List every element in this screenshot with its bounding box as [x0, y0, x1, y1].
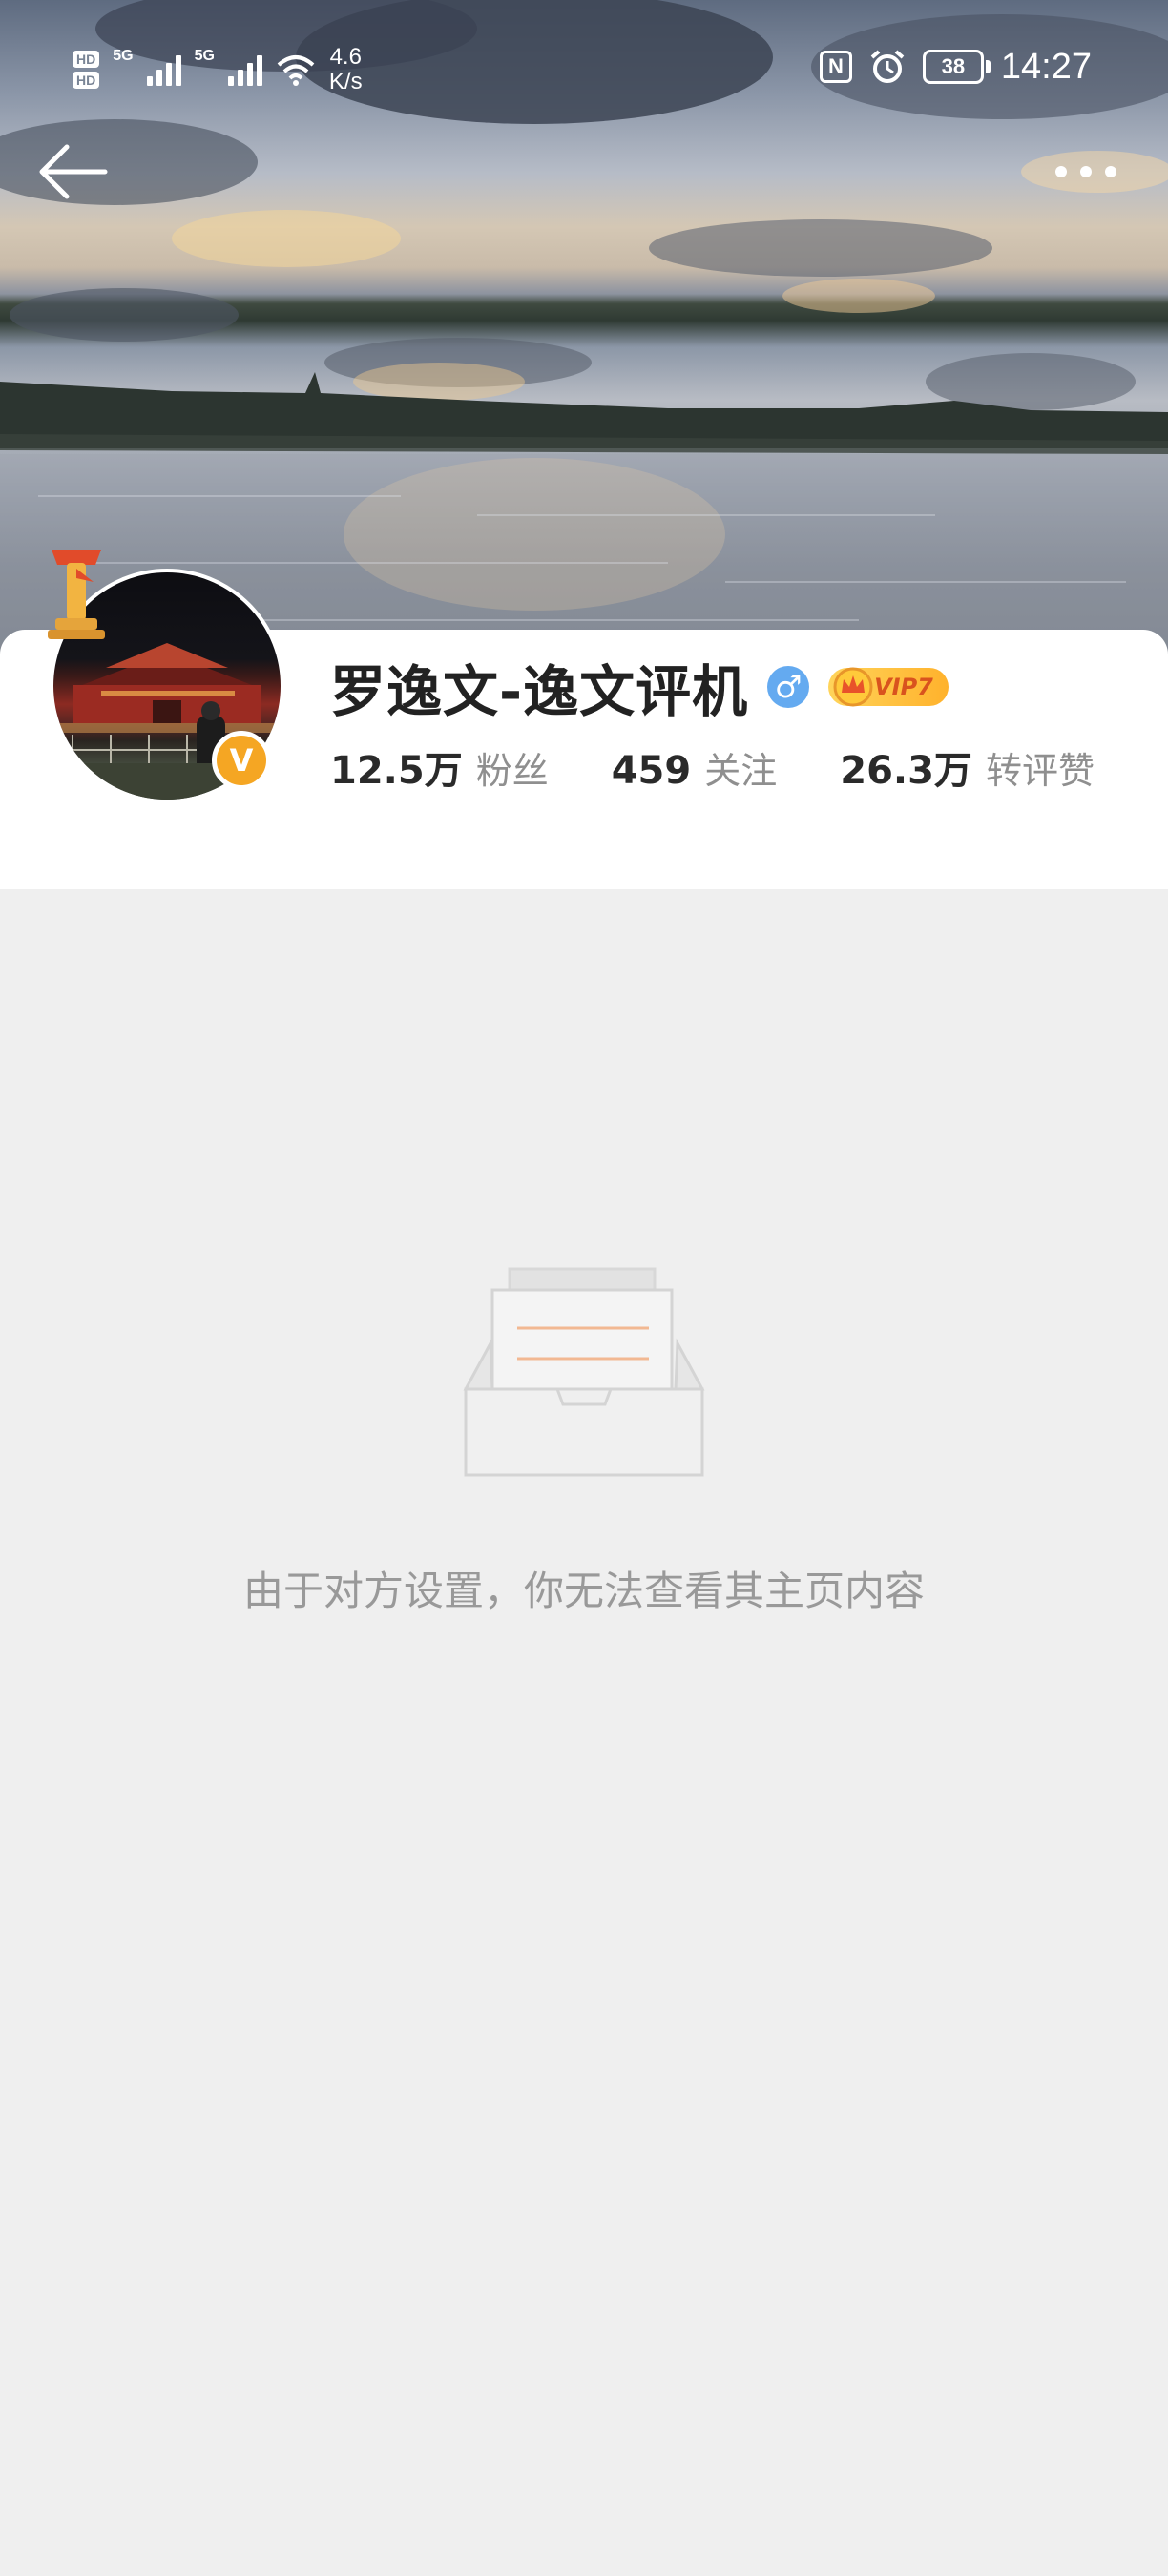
vip-badge[interactable]: VIP7 [828, 667, 949, 707]
network-type-1: 5G [113, 48, 134, 64]
speed-unit: K/s [328, 69, 363, 94]
alarm-icon [870, 50, 905, 83]
vip-label: VIP7 [874, 674, 933, 700]
engagement-label: 转评赞 [985, 750, 1095, 792]
status-bar: HD HD 5G 5G 4.6 K/s N 38 14:27 [0, 0, 1168, 134]
speed-value: 4.6 [329, 44, 362, 70]
more-dot [1080, 166, 1092, 177]
more-dot [1105, 166, 1116, 177]
engagement-count: 26.3万 [840, 749, 972, 793]
status-left: HD HD 5G 5G 4.6 K/s [73, 44, 363, 95]
following-count: 459 [611, 748, 692, 793]
gender-male-icon: ♂ [767, 666, 810, 708]
network-type-2: 5G [194, 48, 215, 64]
empty-message: 由于对方设置，你无法查看其主页内容 [242, 1568, 925, 1614]
avatar-pendant-icon [48, 550, 105, 639]
followers-label: 粉丝 [475, 750, 549, 792]
crown-icon [833, 667, 873, 707]
stats-row: 12.5万 粉丝 459 关注 26.3万 转评赞 [330, 738, 1095, 796]
hd-label-2: HD [73, 72, 100, 89]
clock: 14:27 [1000, 46, 1092, 87]
battery-indicator: 38 [922, 50, 991, 84]
engagement-stat[interactable]: 26.3万 转评赞 [840, 739, 1095, 795]
following-label: 关注 [704, 749, 778, 792]
hd-indicator: HD HD [73, 51, 100, 89]
more-button[interactable] [1038, 143, 1134, 200]
network-speed: 4.6 K/s [329, 45, 363, 94]
back-button[interactable] [29, 134, 124, 210]
verified-badge: V [212, 731, 271, 790]
more-dots-icon [1055, 166, 1067, 177]
name-row: 罗逸文-逸文评机 ♂ VIP7 [330, 649, 949, 725]
signal-icon-2 [227, 53, 262, 86]
hd-label-1: HD [73, 51, 100, 68]
user-name: 罗逸文-逸文评机 [330, 659, 749, 724]
empty-inbox-icon [463, 1267, 705, 1477]
nfc-icon: N [819, 51, 852, 83]
arrow-left-icon [39, 144, 108, 199]
following-stat[interactable]: 459 关注 [612, 741, 778, 794]
status-right: N 38 14:27 [819, 44, 1092, 90]
followers-count: 12.5万 [330, 749, 463, 793]
wifi-icon [277, 55, 315, 86]
followers-stat[interactable]: 12.5万 粉丝 [330, 739, 549, 795]
signal-icon [146, 53, 181, 86]
